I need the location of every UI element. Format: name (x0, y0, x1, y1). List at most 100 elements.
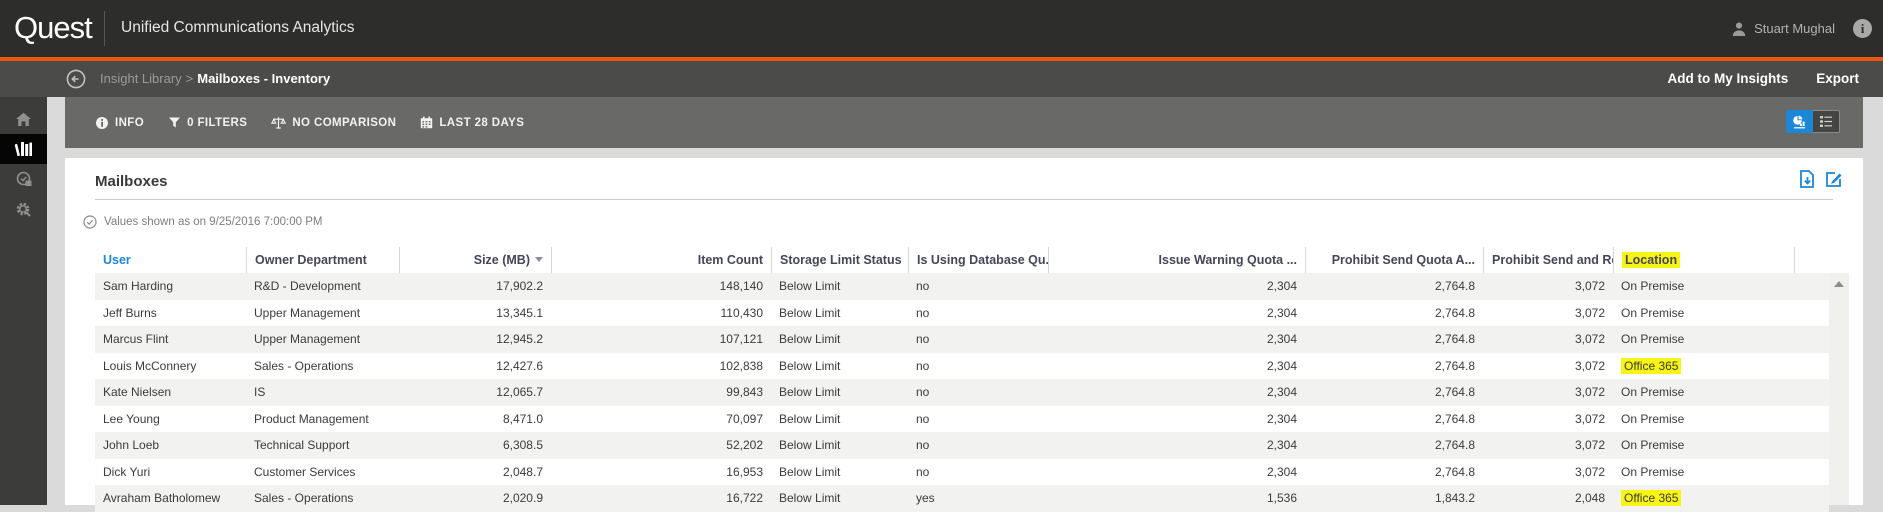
column-header-is-using-database-quota[interactable]: Is Using Database Qu... (908, 247, 1048, 273)
cell-is-using-database-quota: no (916, 385, 930, 399)
cell-prohibit-send-and-receive: 3,072 (1574, 358, 1605, 373)
sidebar-item-schedules[interactable] (0, 164, 47, 194)
column-header-filler (1794, 247, 1829, 273)
column-header-label: Owner Department (255, 253, 367, 267)
cell-user: Lee Young (103, 411, 160, 426)
cell-user: Louis McConnery (103, 358, 197, 373)
cell-owner-department: Sales - Operations (254, 491, 354, 505)
table-row[interactable]: Avraham Batholomew Sales - Operations 2,02… (95, 485, 1829, 512)
cell-size-mb: 17,902.2 (496, 279, 543, 293)
insight-header-bar: Insight Library > Mailboxes - Inventory Ad… (0, 61, 1883, 97)
column-header-prohibit-send-quota[interactable]: Prohibit Send Quota A... (1305, 247, 1483, 273)
add-to-my-insights-button[interactable]: Add to My Insights (1667, 71, 1788, 86)
cell-storage-limit-status: Below Limit (779, 491, 841, 505)
cell-location: On Premise (1621, 279, 1685, 293)
download-document-icon[interactable] (1799, 170, 1816, 188)
home-icon (15, 112, 32, 127)
cell-issue-warning-quota: 2,304 (1266, 279, 1297, 293)
cell-is-using-database-quota: no (916, 438, 930, 452)
quest-logo: Quest (14, 10, 93, 45)
column-header-owner-department[interactable]: Owner Department (246, 247, 399, 273)
calendar-icon (420, 116, 433, 129)
mailboxes-table: User Owner Department Size (MB) Item Count S… (95, 247, 1829, 512)
table-row[interactable]: Dick Yuri Customer Services 2,048.7 16,953 B… (95, 458, 1829, 485)
cell-item-count: 16,953 (726, 464, 763, 479)
table-row[interactable]: Louis McConnery Sales - Operations 12,427.… (95, 352, 1829, 379)
comparison-label: NO COMPARISON (292, 116, 397, 129)
sidebar-item-settings[interactable] (0, 194, 47, 224)
cell-is-using-database-quota: no (916, 464, 930, 479)
table-row[interactable]: Marcus Flint Upper Management 12,945.2 107,… (95, 326, 1829, 353)
back-button[interactable] (66, 69, 86, 89)
table-row[interactable]: Sam Harding R&D - Development 17,902.2 148,… (95, 273, 1829, 300)
table-row[interactable]: Jeff Burns Upper Management 13,345.1 110,43… (95, 299, 1829, 326)
column-header-storage-limit-status[interactable]: Storage Limit Status (771, 247, 908, 273)
cell-location: On Premise (1621, 438, 1685, 452)
chart-view-toggle[interactable] (1786, 110, 1813, 133)
cell-owner-department: Sales - Operations (254, 358, 354, 373)
table-view-toggle[interactable] (1813, 110, 1840, 133)
edit-icon[interactable] (1825, 170, 1843, 188)
cell-item-count: 148,140 (719, 279, 763, 293)
info-button[interactable]: INFO (95, 116, 144, 130)
left-sidebar (0, 97, 47, 505)
cell-owner-department: R&D - Development (254, 279, 361, 293)
sort-desc-icon (535, 257, 543, 262)
table-row[interactable]: Lee Young Product Management 8,471.0 70,097… (95, 405, 1829, 432)
table-row[interactable]: John Loeb Technical Support 6,308.5 52,202 B… (95, 432, 1829, 459)
table-view-icon (1819, 115, 1833, 128)
breadcrumb-current: Mailboxes - Inventory (197, 71, 331, 86)
table-row[interactable]: Kate Nielsen IS 12,065.7 99,843 Below Limit n… (95, 379, 1829, 406)
cell-is-using-database-quota: no (916, 332, 930, 346)
breadcrumb-parent[interactable]: Insight Library (100, 71, 182, 86)
vertical-scrollbar[interactable] (1829, 273, 1849, 505)
help-info-icon[interactable]: i (1853, 19, 1872, 38)
column-header-item-count[interactable]: Item Count (551, 247, 771, 273)
cell-prohibit-send-and-receive: 3,072 (1574, 332, 1605, 346)
cell-prohibit-send-quota: 2,764.8 (1434, 464, 1475, 479)
column-header-prohibit-send-and-receive[interactable]: Prohibit Send and Rec... (1483, 247, 1613, 273)
comparison-button[interactable]: NO COMPARISON (271, 116, 396, 130)
column-header-label: Prohibit Send and Rec... (1492, 253, 1613, 267)
date-range-button[interactable]: LAST 28 DAYS (420, 116, 524, 129)
cell-is-using-database-quota: no (916, 358, 930, 373)
cell-prohibit-send-quota: 2,764.8 (1434, 411, 1475, 426)
column-header-user[interactable]: User (95, 247, 246, 273)
cell-storage-limit-status: Below Limit (779, 305, 841, 320)
export-button[interactable]: Export (1816, 71, 1859, 86)
column-header-size-mb[interactable]: Size (MB) (399, 247, 551, 273)
cell-size-mb: 2,048.7 (502, 464, 543, 479)
cell-prohibit-send-quota: 2,764.8 (1434, 358, 1475, 373)
gear-icon (15, 201, 32, 218)
column-header-issue-warning-quota[interactable]: Issue Warning Quota ... (1048, 247, 1305, 273)
cell-prohibit-send-quota: 2,764.8 (1434, 332, 1475, 346)
cell-prohibit-send-quota: 2,764.8 (1434, 305, 1475, 320)
cell-owner-department: Technical Support (254, 438, 350, 452)
cell-prohibit-send-quota: 2,764.8 (1434, 279, 1475, 293)
cell-prohibit-send-and-receive: 3,072 (1574, 438, 1605, 452)
cell-storage-limit-status: Below Limit (779, 464, 841, 479)
mailboxes-card: Mailboxes Values shown as on 9/25/2016 7… (65, 158, 1863, 512)
cell-item-count: 110,430 (720, 305, 764, 320)
cell-location: On Premise (1621, 305, 1685, 320)
column-header-label: Size (MB) (473, 253, 530, 267)
cell-size-mb: 8,471.0 (502, 411, 543, 426)
cell-prohibit-send-and-receive: 3,072 (1574, 305, 1605, 320)
cell-user: Jeff Burns (103, 305, 157, 320)
filters-button[interactable]: 0 FILTERS (168, 116, 247, 129)
card-title: Mailboxes (95, 173, 168, 190)
cell-issue-warning-quota: 2,304 (1266, 438, 1297, 452)
clock-icon (16, 171, 32, 187)
scroll-up-icon[interactable] (1834, 281, 1844, 287)
cell-size-mb: 2,020.9 (502, 491, 543, 505)
info-circle-icon (95, 116, 109, 130)
sidebar-item-home[interactable] (0, 104, 47, 134)
cell-prohibit-send-and-receive: 3,072 (1574, 279, 1605, 293)
user-menu[interactable]: Stuart Mughal (1731, 0, 1835, 57)
cell-prohibit-send-and-receive: 3,072 (1574, 464, 1605, 479)
column-header-location[interactable]: Location (1613, 247, 1794, 273)
cell-prohibit-send-quota: 2,764.8 (1434, 438, 1475, 452)
app-title: Unified Communications Analytics (121, 19, 355, 36)
sidebar-item-insight-library[interactable] (0, 134, 47, 164)
check-circle-icon (83, 215, 97, 229)
